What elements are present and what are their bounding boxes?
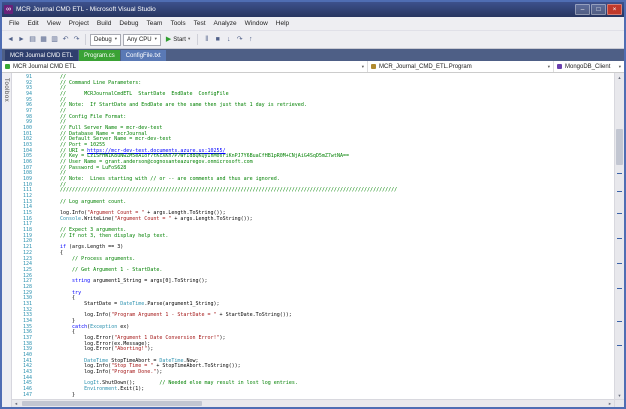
step-into-icon[interactable]: ↓ xyxy=(224,34,233,46)
member-icon xyxy=(557,64,562,69)
tab-mcr-journal-cmd-etl[interactable]: MCR Journal CMD ETL xyxy=(5,50,78,61)
code-editor[interactable]: 91//92// Command Line Parameters:93//94/… xyxy=(12,73,614,399)
start-label: Start xyxy=(173,37,186,43)
horizontal-scrollbar-thumb[interactable] xyxy=(22,401,202,406)
menu-item-edit[interactable]: Edit xyxy=(23,20,42,27)
forward-icon[interactable]: ► xyxy=(17,34,26,46)
left-dock-strip: Toolbox xyxy=(2,73,12,407)
member-dropdown[interactable]: MongoDB_Client ▾ xyxy=(554,61,624,72)
scroll-annotation-mark xyxy=(617,213,622,214)
tab-strip: MCR Journal CMD ETLProgram.csConfigFile.… xyxy=(2,49,624,61)
project-dropdown-value: MCR Journal CMD ETL xyxy=(13,64,76,70)
menu-item-test[interactable]: Test xyxy=(190,20,210,27)
toolbar-left-icons: ◄►▤▦▥↶↷ xyxy=(6,34,81,46)
tab-configfile-txt[interactable]: ConfigFile.txt xyxy=(121,50,166,61)
back-icon[interactable]: ◄ xyxy=(6,34,15,46)
menu-item-analyze[interactable]: Analyze xyxy=(210,20,241,27)
menu-item-tools[interactable]: Tools xyxy=(166,20,189,27)
scroll-left-icon[interactable]: ◄ xyxy=(12,401,20,406)
menu-item-project[interactable]: Project xyxy=(65,20,93,27)
menu-item-help[interactable]: Help xyxy=(272,20,293,27)
project-dropdown[interactable]: MCR Journal CMD ETL ▾ xyxy=(2,61,368,72)
toolbox-collapsed-tab[interactable]: Toolbox xyxy=(3,78,9,102)
menu-item-view[interactable]: View xyxy=(43,20,65,27)
step-out-icon[interactable]: ↑ xyxy=(246,34,255,46)
new-file-icon[interactable]: ▤ xyxy=(28,34,37,46)
tab-program-cs[interactable]: Program.cs xyxy=(79,50,120,61)
code-lines: 91//92// Command Line Parameters:93//94/… xyxy=(12,75,614,398)
play-icon: ▶ xyxy=(166,36,171,43)
member-dropdown-value: MongoDB_Client xyxy=(565,64,610,70)
vertical-scrollbar[interactable]: ▲ ▼ xyxy=(614,73,624,399)
scroll-annotation-mark xyxy=(617,345,622,346)
toolbar-separator xyxy=(197,34,198,45)
editor-pane: 91//92// Command Line Parameters:93//94/… xyxy=(12,73,624,407)
chevron-down-icon: ▾ xyxy=(115,37,117,42)
step-over-icon[interactable]: ↷ xyxy=(235,34,244,46)
debug-configuration-dropdown[interactable]: Debug ▾ xyxy=(90,34,121,46)
vertical-scrollbar-thumb[interactable] xyxy=(616,129,623,165)
scroll-right-icon[interactable]: ► xyxy=(606,401,614,406)
scroll-up-icon[interactable]: ▲ xyxy=(615,73,624,81)
redo-icon[interactable]: ↷ xyxy=(72,34,81,46)
code-line: 147 } xyxy=(12,393,614,399)
close-icon[interactable]: × xyxy=(607,4,622,15)
open-file-icon[interactable]: ▦ xyxy=(39,34,48,46)
window-controls: –□× xyxy=(575,4,622,15)
maximize-icon[interactable]: □ xyxy=(591,4,606,15)
menu-item-team[interactable]: Team xyxy=(143,20,167,27)
scrollbar-corner xyxy=(614,399,624,407)
platform-dropdown[interactable]: Any CPU ▾ xyxy=(123,34,161,46)
line-number: 147 xyxy=(12,393,38,399)
chevron-down-icon: ▾ xyxy=(155,37,157,42)
menu-item-debug[interactable]: Debug xyxy=(115,20,142,27)
horizontal-scrollbar[interactable]: ◄ ► xyxy=(12,399,614,407)
menu-item-build[interactable]: Build xyxy=(93,20,115,27)
titlebar: ∞ MCR Journal CMD ETL - Microsoft Visual… xyxy=(2,2,624,17)
scroll-annotation-mark xyxy=(617,238,622,239)
menu-item-window[interactable]: Window xyxy=(241,20,272,27)
scroll-annotation-mark xyxy=(617,263,622,264)
stop-icon[interactable]: ■ xyxy=(213,34,222,46)
scroll-annotation-mark xyxy=(617,288,622,289)
class-icon xyxy=(371,64,376,69)
debug-configuration-value: Debug xyxy=(94,37,112,43)
chevron-down-icon: ▾ xyxy=(548,64,550,70)
scroll-annotation-mark xyxy=(617,191,622,192)
scroll-annotation-mark xyxy=(617,321,622,322)
undo-icon[interactable]: ↶ xyxy=(61,34,70,46)
type-dropdown-value: MCR_Journal_CMD_ETL.Program xyxy=(379,64,472,70)
window-title: MCR Journal CMD ETL - Microsoft Visual S… xyxy=(16,6,156,13)
vs-main-window: ∞ MCR Journal CMD ETL - Microsoft Visual… xyxy=(0,0,626,409)
toolbar: ◄►▤▦▥↶↷ Debug ▾ Any CPU ▾ ▶ Start ▾ ‖■↓↷… xyxy=(2,31,624,49)
main-area: Toolbox 91//92// Command Line Parameters… xyxy=(2,73,624,407)
platform-value: Any CPU xyxy=(127,37,152,43)
pause-icon[interactable]: ‖ xyxy=(202,34,211,46)
chevron-down-icon: ▾ xyxy=(619,64,621,70)
start-debugging-button[interactable]: ▶ Start ▾ xyxy=(163,36,193,43)
csharp-project-icon xyxy=(5,64,10,69)
navigation-bar: MCR Journal CMD ETL ▾ MCR_Journal_CMD_ET… xyxy=(2,61,624,73)
chevron-down-icon: ▾ xyxy=(362,64,364,70)
scroll-down-icon[interactable]: ▼ xyxy=(615,391,624,399)
visual-studio-logo-icon: ∞ xyxy=(4,5,13,14)
horizontal-scrollbar-row: ◄ ► xyxy=(12,399,624,407)
menu-item-file[interactable]: File xyxy=(5,20,23,27)
toolbar-separator xyxy=(85,34,86,45)
minimize-icon[interactable]: – xyxy=(575,4,590,15)
toolbar-right-icons: ‖■↓↷↑ xyxy=(202,34,255,46)
type-dropdown[interactable]: MCR_Journal_CMD_ETL.Program ▾ xyxy=(368,61,554,72)
scroll-annotation-mark xyxy=(617,173,622,174)
save-icon[interactable]: ▥ xyxy=(50,34,59,46)
menu-bar: FileEditViewProjectBuildDebugTeamToolsTe… xyxy=(2,17,624,31)
chevron-down-icon: ▾ xyxy=(188,37,190,42)
